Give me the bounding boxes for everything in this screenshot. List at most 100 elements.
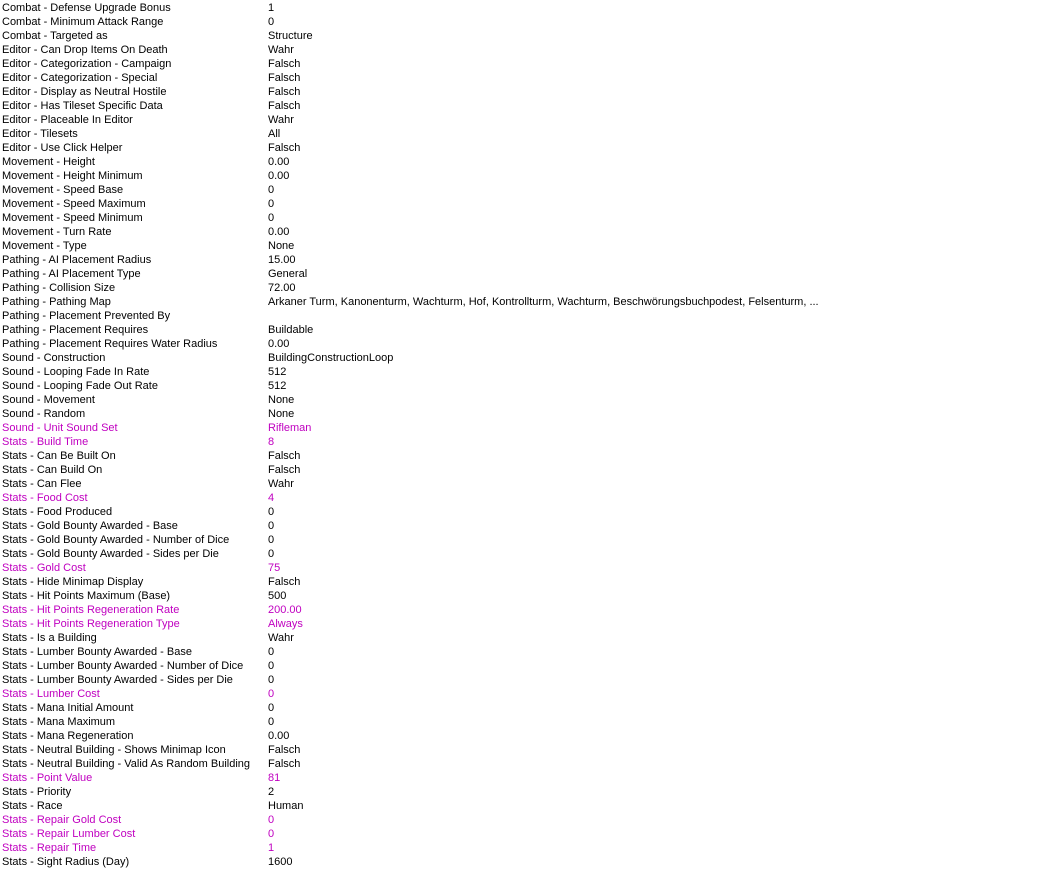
property-row[interactable]: Pathing - Placement Prevented By: [0, 309, 1061, 323]
property-row[interactable]: Editor - Categorization - Special Falsch: [0, 71, 1061, 85]
property-row[interactable]: Stats - Lumber Bounty Awarded - Base 0: [0, 645, 1061, 659]
property-row[interactable]: Stats - Gold Bounty Awarded - Number of …: [0, 533, 1061, 547]
property-value: Arkaner Turm, Kanonenturm, Wachturm, Hof…: [268, 296, 819, 308]
property-row[interactable]: Pathing - Pathing Map Arkaner Turm, Kanon…: [0, 295, 1061, 309]
property-row[interactable]: Pathing - Collision Size 72.00: [0, 281, 1061, 295]
property-row[interactable]: Movement - Speed Maximum 0: [0, 197, 1061, 211]
property-row[interactable]: Movement - Speed Base 0: [0, 183, 1061, 197]
property-row[interactable]: Editor - Categorization - Campaign Falsch: [0, 57, 1061, 71]
property-row[interactable]: Stats - Lumber Bounty Awarded - Number o…: [0, 659, 1061, 673]
property-name: Stats - Hit Points Maximum (Base): [2, 590, 171, 602]
property-row[interactable]: Movement - Turn Rate 0.00: [0, 225, 1061, 239]
property-row[interactable]: Pathing - AI Placement Type General: [0, 267, 1061, 281]
property-row[interactable]: Stats - Hide Minimap Display Falsch: [0, 575, 1061, 589]
property-row[interactable]: Stats - Priority 2: [0, 785, 1061, 799]
property-row[interactable]: Stats - Hit Points Regeneration Rate 200.…: [0, 603, 1061, 617]
property-row[interactable]: Editor - Tilesets All: [0, 127, 1061, 141]
property-name: Sound - Movement: [2, 394, 95, 406]
property-row[interactable]: Stats - Hit Points Regeneration Type Alwa…: [0, 617, 1061, 631]
property-row[interactable]: Stats - Lumber Bounty Awarded - Sides pe…: [0, 673, 1061, 687]
object-property-list[interactable]: Combat - Defense Upgrade Bonus 1 Combat - …: [0, 1, 1061, 869]
property-value: 1: [268, 2, 275, 14]
property-row[interactable]: Stats - Point Value 81: [0, 771, 1061, 785]
property-row[interactable]: Combat - Minimum Attack Range 0: [0, 15, 1061, 29]
property-row[interactable]: Movement - Height 0.00: [0, 155, 1061, 169]
property-row[interactable]: Stats - Food Cost 4: [0, 491, 1061, 505]
property-row[interactable]: Stats - Gold Cost 75: [0, 561, 1061, 575]
property-name: Stats - Hit Points Regeneration Rate: [2, 604, 180, 616]
property-name: Sound - Random: [2, 408, 86, 420]
property-row[interactable]: Stats - Lumber Cost 0: [0, 687, 1061, 701]
property-row[interactable]: Stats - Gold Bounty Awarded - Sides per …: [0, 547, 1061, 561]
property-value: Falsch: [268, 58, 301, 70]
property-name: Stats - Gold Cost: [2, 562, 86, 574]
property-value: Buildable: [268, 324, 314, 336]
property-row[interactable]: Stats - Can Build On Falsch: [0, 463, 1061, 477]
property-row[interactable]: Editor - Has Tileset Specific Data Falsch: [0, 99, 1061, 113]
property-row[interactable]: Stats - Neutral Building - Valid As Rand…: [0, 757, 1061, 771]
property-row[interactable]: Stats - Sight Radius (Day) 1600: [0, 855, 1061, 869]
property-name: Stats - Mana Maximum: [2, 716, 116, 728]
property-name: Movement - Height: [2, 156, 95, 168]
property-value: Falsch: [268, 100, 301, 112]
property-row[interactable]: Editor - Display as Neutral Hostile Falsc…: [0, 85, 1061, 99]
property-row[interactable]: Stats - Can Be Built On Falsch: [0, 449, 1061, 463]
property-value: 0: [268, 646, 275, 658]
property-row[interactable]: Movement - Type None: [0, 239, 1061, 253]
property-row[interactable]: Stats - Food Produced 0: [0, 505, 1061, 519]
property-value: Falsch: [268, 744, 301, 756]
property-row[interactable]: Stats - Mana Regeneration 0.00: [0, 729, 1061, 743]
property-row[interactable]: Combat - Defense Upgrade Bonus 1: [0, 1, 1061, 15]
property-row[interactable]: Sound - Random None: [0, 407, 1061, 421]
property-name: Sound - Unit Sound Set: [2, 422, 118, 434]
property-value: 0: [268, 16, 275, 28]
property-row[interactable]: Stats - Repair Lumber Cost 0: [0, 827, 1061, 841]
property-row[interactable]: Sound - Construction BuildingConstruction…: [0, 351, 1061, 365]
property-name: Stats - Can Build On: [2, 464, 103, 476]
property-value: 2: [268, 786, 275, 798]
property-row[interactable]: Sound - Looping Fade In Rate 512: [0, 365, 1061, 379]
property-name: Stats - Lumber Bounty Awarded - Base: [2, 646, 192, 658]
property-row[interactable]: Pathing - Placement Requires Buildable: [0, 323, 1061, 337]
property-row[interactable]: Stats - Repair Time 1: [0, 841, 1061, 855]
property-row[interactable]: Stats - Neutral Building - Shows Minimap…: [0, 743, 1061, 757]
property-row[interactable]: Stats - Mana Maximum 0: [0, 715, 1061, 729]
property-row[interactable]: Stats - Hit Points Maximum (Base) 500: [0, 589, 1061, 603]
property-value: All: [268, 128, 281, 140]
property-row[interactable]: Sound - Movement None: [0, 393, 1061, 407]
property-value: 0: [268, 674, 275, 686]
property-value: Wahr: [268, 114, 294, 126]
property-name: Editor - Placeable In Editor: [2, 114, 133, 126]
property-row[interactable]: Stats - Gold Bounty Awarded - Base 0: [0, 519, 1061, 533]
property-name: Stats - Gold Bounty Awarded - Sides per …: [2, 548, 219, 560]
property-row[interactable]: Stats - Mana Initial Amount 0: [0, 701, 1061, 715]
property-name: Stats - Repair Gold Cost: [2, 814, 122, 826]
property-value: 15.00: [268, 254, 296, 266]
property-value: 4: [268, 492, 275, 504]
property-row[interactable]: Stats - Race Human: [0, 799, 1061, 813]
property-name: Pathing - Pathing Map: [2, 296, 111, 308]
property-row[interactable]: Pathing - AI Placement Radius 15.00: [0, 253, 1061, 267]
property-value: Falsch: [268, 450, 301, 462]
property-row[interactable]: Stats - Can Flee Wahr: [0, 477, 1061, 491]
property-name: Sound - Looping Fade Out Rate: [2, 380, 158, 392]
property-row[interactable]: Pathing - Placement Requires Water Radiu…: [0, 337, 1061, 351]
property-name: Movement - Turn Rate: [2, 226, 112, 238]
property-value: Falsch: [268, 72, 301, 84]
property-row[interactable]: Editor - Placeable In Editor Wahr: [0, 113, 1061, 127]
property-row[interactable]: Stats - Repair Gold Cost 0: [0, 813, 1061, 827]
property-value: 0: [268, 506, 275, 518]
property-row[interactable]: Movement - Speed Minimum 0: [0, 211, 1061, 225]
property-row[interactable]: Editor - Use Click Helper Falsch: [0, 141, 1061, 155]
property-row[interactable]: Stats - Build Time 8: [0, 435, 1061, 449]
property-name: Pathing - AI Placement Radius: [2, 254, 152, 266]
property-row[interactable]: Movement - Height Minimum 0.00: [0, 169, 1061, 183]
property-row[interactable]: Stats - Is a Building Wahr: [0, 631, 1061, 645]
property-row[interactable]: Sound - Looping Fade Out Rate 512: [0, 379, 1061, 393]
property-row[interactable]: Combat - Targeted as Structure: [0, 29, 1061, 43]
property-name: Movement - Type: [2, 240, 87, 252]
property-name: Combat - Targeted as: [2, 30, 108, 42]
property-row[interactable]: Editor - Can Drop Items On Death Wahr: [0, 43, 1061, 57]
property-value: Falsch: [268, 86, 301, 98]
property-row[interactable]: Sound - Unit Sound Set Rifleman: [0, 421, 1061, 435]
